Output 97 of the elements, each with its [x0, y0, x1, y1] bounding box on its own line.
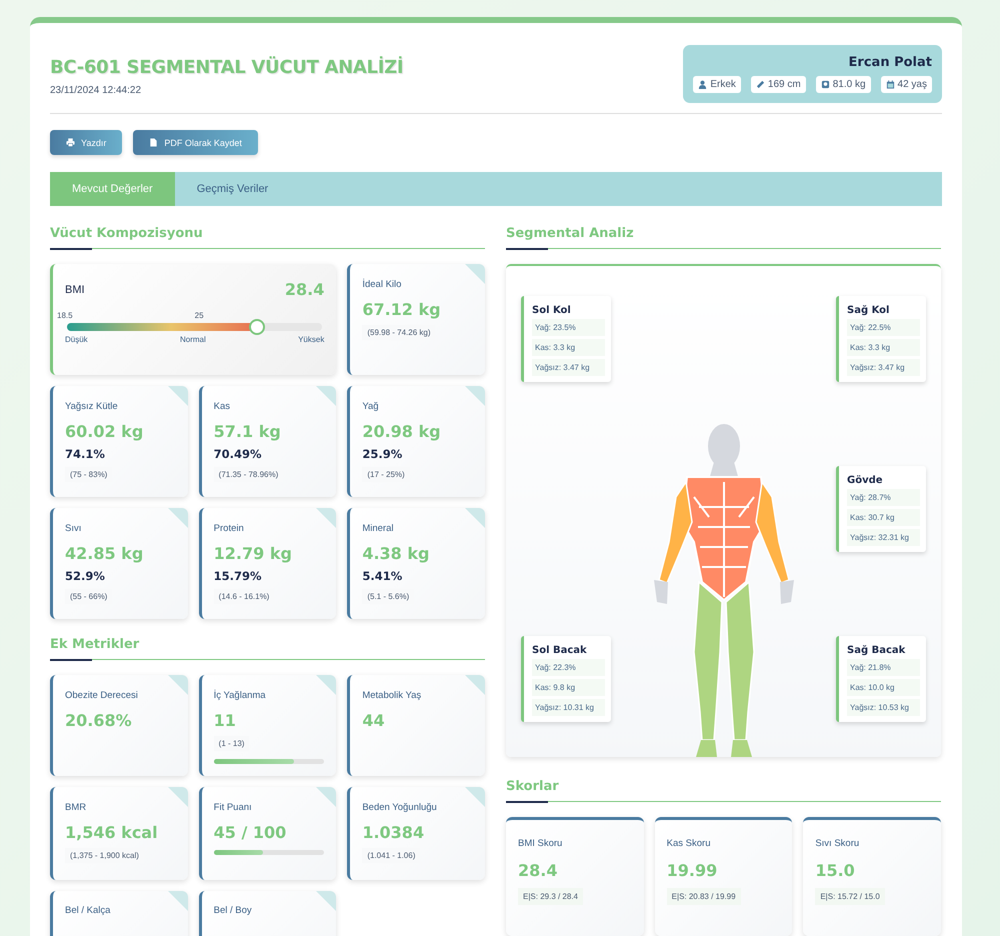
file-icon	[149, 138, 158, 147]
score-detail: E|S: 15.72 / 15.0	[815, 888, 885, 905]
card-label: İç Yağlanma	[214, 690, 267, 701]
metric-value: 42.85 kg	[65, 544, 144, 563]
scale-icon	[820, 80, 830, 89]
segment-stat: Kas: 3.3 kg	[847, 339, 920, 356]
corner-decoration	[465, 508, 485, 528]
card-label: BMI	[65, 284, 85, 296]
percent-value: 74.1%	[65, 447, 106, 461]
segment-stat: Yağ: 28.7%	[847, 489, 920, 506]
percent-value: 25.9%	[362, 447, 404, 461]
card-label: Mineral	[362, 523, 394, 534]
metric-value: 57.1 kg	[214, 422, 282, 441]
card-label: Sıvı	[65, 523, 82, 534]
segment-title: Sağ Bacak	[847, 645, 906, 656]
card-label: Bel / Kalça	[65, 905, 112, 916]
corner-decoration	[465, 386, 485, 406]
segment-title: Gövde	[847, 475, 884, 486]
percent-value: 52.9%	[65, 569, 106, 583]
segment-stat: Kas: 3.3 kg	[532, 339, 605, 356]
card-label: Yağ	[362, 401, 380, 412]
card-label: BMR	[65, 802, 88, 813]
corner-decoration	[316, 891, 336, 911]
percent-value: 70.49%	[214, 447, 263, 461]
segment-stat: Yağ: 21.8%	[847, 659, 920, 676]
card-label: Yağsız Kütle	[65, 401, 119, 412]
card-label: İdeal Kilo	[362, 279, 402, 290]
corner-decoration	[465, 787, 485, 807]
segment-stat: Yağ: 22.3%	[532, 659, 605, 676]
scale-tick-label: 25	[194, 311, 204, 320]
segment-stat: Yağsız: 32.31 kg	[847, 529, 920, 546]
metric-value: 44	[362, 711, 386, 730]
user-detail-chip: 81.0 kg	[816, 76, 871, 93]
card-label: Sıvı Skoru	[815, 838, 860, 849]
card-label: Metabolik Yaş	[362, 690, 422, 701]
metric-value: 11	[214, 711, 237, 730]
segment-stat: Yağsız: 3.47 kg	[532, 359, 605, 376]
segment-stat: Yağsız: 10.31 kg	[532, 699, 605, 716]
card-label: Bel / Boy	[214, 905, 253, 916]
segment-stat: Yağsız: 3.47 kg	[847, 359, 920, 376]
metric-value: 45 / 100	[214, 823, 288, 842]
score-value: 19.99	[666, 861, 718, 880]
section-title: Ek Metrikler	[50, 637, 140, 652]
corner-decoration	[465, 675, 485, 695]
card-label: Kas	[214, 401, 232, 412]
score-value: 28.4	[518, 861, 558, 880]
section-title: Skorlar	[506, 779, 560, 794]
metric-value: 1.0384	[362, 823, 426, 842]
segment-title: Sağ Kol	[847, 305, 890, 316]
print-button[interactable]: Yazdır	[50, 130, 122, 155]
card-label: Beden Yoğunluğu	[362, 802, 438, 813]
segment-stat: Yağsız: 10.53 kg	[847, 699, 920, 716]
section-title: Vücut Kompozisyonu	[50, 226, 204, 241]
segment-stat: Kas: 9.8 kg	[532, 679, 605, 696]
score-detail: E|S: 29.3 / 28.4	[518, 888, 584, 905]
scale-label: Düşük	[65, 335, 88, 344]
scale-label: Normal	[180, 335, 206, 344]
scale-tick-label: 18.5	[57, 311, 73, 320]
bmi-value: 28.4	[284, 280, 324, 299]
metric-value: 20.68%	[65, 711, 133, 730]
metric-value: 1,546 kcal	[65, 823, 159, 842]
user-detail-chip: 42 yaş	[880, 76, 932, 93]
card-label: BMI Skoru	[518, 838, 564, 849]
scale-label: Yüksek	[298, 335, 324, 344]
score-value: 15.0	[815, 861, 856, 880]
segment-title: Sol Kol	[532, 305, 572, 316]
user-detail-chip: 169 cm	[750, 76, 806, 93]
report-datetime: 23/11/2024 12:44:22	[50, 85, 142, 96]
corner-decoration	[465, 264, 485, 284]
user-detail-chip: Erkek	[693, 76, 741, 93]
score-detail: E|S: 20.83 / 19.99	[666, 888, 741, 905]
segment-title: Sol Bacak	[532, 645, 588, 656]
calendar-icon	[886, 80, 895, 89]
segment-stat: Yağ: 22.5%	[847, 319, 920, 336]
metric-value: 12.79 kg	[214, 544, 293, 563]
section-title: Segmental Analiz	[506, 226, 635, 241]
report-title: BC-601 SEGMENTAL VÜCUT ANALİZİ	[50, 57, 404, 78]
segment-stat: Yağ: 23.5%	[532, 319, 605, 336]
metric-value: 67.12 kg	[362, 300, 442, 319]
segment-stat: Kas: 10.0 kg	[847, 679, 920, 696]
segment-stat: Kas: 30.7 kg	[847, 509, 920, 526]
tab[interactable]: Geçmiş Veriler	[174, 172, 290, 206]
percent-value: 15.79%	[214, 569, 263, 583]
card-label: Fit Puanı	[214, 802, 253, 813]
metric-value: 60.02 kg	[65, 422, 144, 441]
metric-value: 20.98 kg	[362, 422, 442, 441]
save-pdf-button[interactable]: PDF Olarak Kaydet	[133, 130, 258, 155]
ruler-icon	[756, 80, 765, 89]
person-icon	[698, 80, 708, 89]
user-name: Ercan Polat	[848, 55, 932, 70]
percent-value: 5.41%	[362, 569, 404, 583]
card-label: Kas Skoru	[666, 838, 712, 849]
tab[interactable]: Mevcut Değerler	[50, 172, 175, 206]
card-label: Obezite Derecesi	[65, 690, 139, 701]
printer-icon	[66, 138, 75, 147]
card-label: Protein	[214, 523, 245, 534]
metric-value: 4.38 kg	[362, 544, 430, 563]
